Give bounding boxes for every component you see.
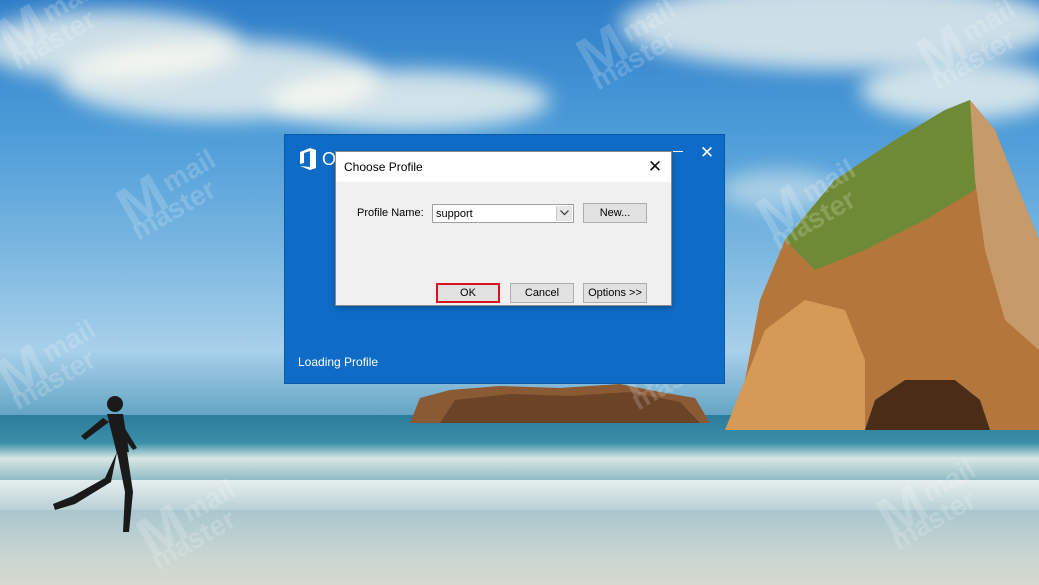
- cancel-button[interactable]: Cancel: [510, 283, 574, 303]
- desktop-background: Mmail master Mmail master Mmail master Mmai…: [0, 0, 1039, 585]
- cloud: [270, 70, 550, 130]
- profile-name-label: Profile Name:: [357, 207, 424, 219]
- chevron-down-icon: [560, 210, 569, 216]
- dropdown-button[interactable]: [556, 206, 572, 221]
- close-icon[interactable]: ✕: [699, 144, 715, 161]
- rock-arch: [725, 100, 1039, 430]
- loading-status: Loading Profile: [298, 355, 379, 369]
- watermark: Mmailmaster: [565, 0, 681, 96]
- watermark: Mmailmaster: [105, 143, 221, 246]
- minimize-icon[interactable]: [671, 145, 685, 159]
- office-logo-icon: [300, 148, 316, 170]
- options-button[interactable]: Options >>: [583, 283, 647, 303]
- dialog-titlebar[interactable]: Choose Profile ✕: [336, 152, 671, 182]
- ok-button[interactable]: OK: [436, 283, 500, 303]
- close-icon[interactable]: ✕: [645, 157, 665, 177]
- splash-title: O: [322, 149, 337, 169]
- new-profile-button[interactable]: New...: [583, 203, 647, 223]
- dialog-title: Choose Profile: [344, 160, 423, 174]
- profile-name-select[interactable]: support: [432, 204, 574, 223]
- choose-profile-dialog: Choose Profile ✕ Profile Name: support N…: [335, 151, 672, 306]
- profile-name-value: support: [436, 208, 473, 220]
